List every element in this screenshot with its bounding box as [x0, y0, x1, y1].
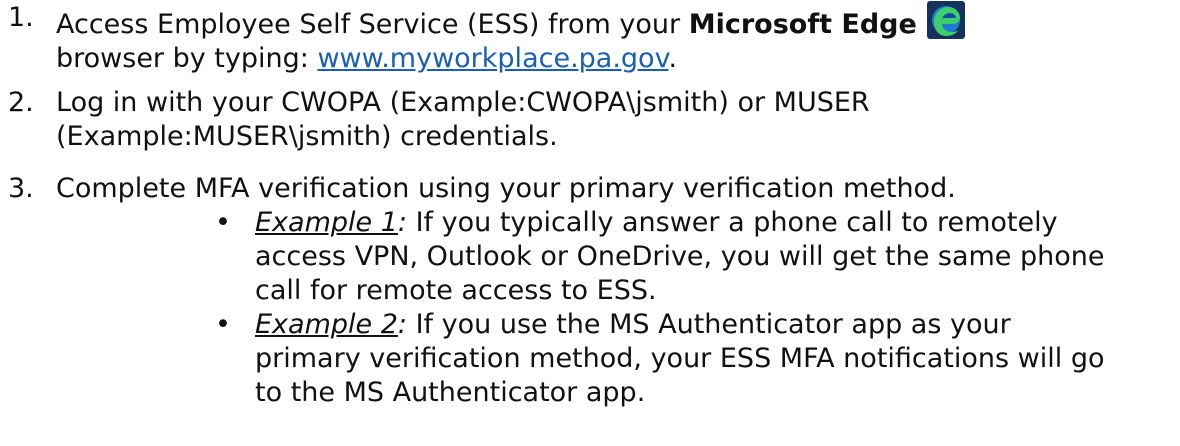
microsoft-edge-icon	[926, 1, 965, 39]
example-1-text: Example 1: If you typically answer a pho…	[255, 206, 1155, 308]
example-2-text-part: If you use the MS Authenticator app as y…	[407, 309, 1011, 340]
step-number: 2.	[8, 87, 34, 118]
bullet-dot-icon: •	[215, 309, 231, 340]
example-1-line-3: call for remote access to ESS.	[255, 275, 657, 306]
step-2-text: Log in with your CWOPA (Example:CWOPA\js…	[56, 86, 1156, 154]
step-3-text: Complete MFA verification using your pri…	[56, 172, 1156, 206]
example-2-text: Example 2: If you use the MS Authenticat…	[255, 308, 1155, 410]
step-1-text-part: browser by typing:	[56, 43, 318, 74]
bullet-dot-icon: •	[215, 207, 231, 238]
step-1-line-1: Access Employee Self Service (ESS) from …	[56, 1, 1156, 42]
example-label-colon: :	[397, 207, 408, 238]
example-2-line-3: to the MS Authenticator app.	[255, 377, 646, 408]
step-1-line-2: browser by typing: www.myworkplace.pa.go…	[56, 42, 1156, 76]
example-1-text-part: If you typically answer a phone call to …	[407, 207, 1058, 238]
step-1-text-part: Access Employee Self Service (ESS) from …	[56, 9, 689, 40]
step-number: 3.	[8, 173, 34, 204]
example-2-line-1: Example 2: If you use the MS Authenticat…	[255, 308, 1155, 342]
step-3-line-1: Complete MFA verification using your pri…	[56, 173, 956, 204]
example-2-label: Example 2	[255, 309, 398, 340]
instructions-document: 1. Access Employee Self Service (ESS) fr…	[0, 0, 1180, 446]
step-2-line-1: Log in with your CWOPA (Example:CWOPA\js…	[56, 87, 870, 118]
step-2-line-2: (Example:MUSER\jsmith) credentials.	[56, 121, 558, 152]
myworkplace-link[interactable]: www.myworkplace.pa.gov	[317, 43, 668, 74]
example-1-line-2: access VPN, Outlook or OneDrive, you wil…	[255, 241, 1105, 272]
step-number: 1.	[8, 2, 34, 33]
example-label-colon: :	[397, 309, 408, 340]
example-1-line-1: Example 1: If you typically answer a pho…	[255, 206, 1155, 240]
step-1-text: Access Employee Self Service (ESS) from …	[56, 1, 1156, 76]
step-1-text-part: .	[668, 43, 678, 74]
example-2-line-2: primary verification method, your ESS MF…	[255, 343, 1105, 374]
example-1-label: Example 1	[255, 207, 398, 238]
browser-name: Microsoft Edge	[688, 9, 917, 40]
